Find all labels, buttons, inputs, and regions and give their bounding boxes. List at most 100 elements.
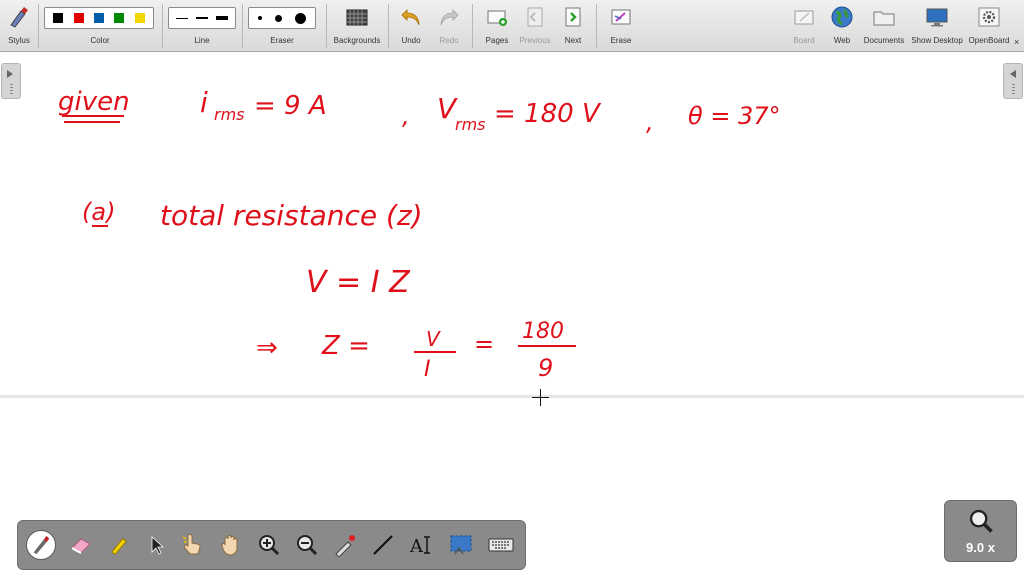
line-thin-option[interactable] [176,17,188,19]
grid-background-icon [346,9,368,26]
laser-pointer-tool-button[interactable] [330,530,360,560]
eraser-icon [71,538,91,554]
irms-value: = 9 A [254,91,327,121]
laser-pointer-icon [335,535,355,557]
main-toolbar: Stylus Color Line Eraser Backgrounds Und… [0,0,1024,52]
redo-label: Redo [439,36,459,45]
stylus-button[interactable]: Stylus [2,0,36,51]
equals-sign: = [474,330,494,358]
comma-1: , [402,102,410,130]
documents-button[interactable]: Documents [862,0,906,51]
documents-label: Documents [863,36,905,45]
redo-button[interactable]: Redo [434,0,464,51]
zoom-level-label: 9.0 x [966,540,995,555]
eraser-small-option[interactable] [258,16,263,20]
zoom-in-tool-button[interactable] [254,530,284,560]
fraction-denominator-9: 9 [538,354,553,382]
color-swatch-blue[interactable] [93,13,104,23]
zoom-out-icon [297,535,318,556]
stylus-icon [10,7,28,28]
next-page-icon [565,7,581,27]
close-icon[interactable]: × [1014,38,1022,47]
interact-tool-button[interactable] [178,530,208,560]
hand-pan-tool-button[interactable] [216,530,246,560]
gear-icon [978,7,1000,27]
irms-symbol: i [200,86,208,119]
part-a-label: (a) [82,198,115,226]
previous-button[interactable]: Previous [516,0,554,51]
line-medium-option[interactable] [196,17,208,19]
arrow-pointer-icon [151,536,165,555]
fraction-v-numerator: V [426,327,441,351]
undo-label: Undo [401,36,421,45]
zoom-out-tool-button[interactable] [292,530,322,560]
pen-tool-button[interactable] [26,530,56,560]
show-desktop-button[interactable]: Show Desktop [910,0,964,51]
eraser-medium-option[interactable] [274,14,282,22]
folder-icon [873,11,895,26]
eraser-size-picker [248,7,316,29]
theta-value: θ = 37° [688,102,781,130]
backgrounds-button[interactable]: Backgrounds [330,0,384,51]
color-swatch-black[interactable] [53,13,64,23]
vrms-subscript: rms [455,115,486,134]
previous-label: Previous [519,36,551,45]
tool-palette: A [17,520,526,570]
undo-button[interactable]: Undo [396,0,426,51]
crosshair-cursor [532,389,549,406]
line-thick-option[interactable] [216,16,228,20]
line-group: Line [168,0,236,51]
eraser-tool-button[interactable] [66,530,96,560]
zoom-indicator[interactable]: 9.0 x [944,500,1017,562]
line-tool-button[interactable] [368,530,398,560]
desktop-monitor-icon [926,8,948,27]
previous-page-icon [527,7,543,27]
fraction-numerator-180: 180 [522,319,564,344]
vrms-value: = 180 V [494,99,602,129]
text-tool-icon: A [409,536,430,557]
erase-button[interactable]: Erase [604,0,638,51]
highlighter-tool-button[interactable] [104,530,134,560]
text-tool-button[interactable]: A [406,530,436,560]
backgrounds-label: Backgrounds [333,36,381,45]
pages-button[interactable]: Pages [480,0,514,51]
color-swatch-red[interactable] [73,13,84,23]
page-divider [0,395,1024,398]
board-icon [794,10,814,25]
eraser-group: Eraser [248,0,316,51]
web-button[interactable]: Web [828,0,856,51]
board-button[interactable]: Board [788,0,820,51]
redo-icon [440,9,459,26]
eraser-large-option[interactable] [294,12,306,24]
irms-subscript: rms [214,105,245,124]
line-icon [373,535,393,555]
keyboard-icon [488,538,514,552]
pointing-hand-icon [182,534,201,555]
zoom-in-icon [259,535,280,556]
openboard-button[interactable]: OpenBoard [966,0,1012,51]
eraser-label: Eraser [270,36,294,45]
next-button[interactable]: Next [558,0,588,51]
color-palette [44,7,154,29]
stylus-label: Stylus [8,36,30,45]
highlighter-icon [110,537,127,555]
z-equals: Z = [321,331,370,361]
color-swatch-green[interactable] [114,13,125,23]
erase-all-icon [611,9,631,25]
capture-tool-button[interactable] [446,530,476,560]
hand-icon [221,535,238,556]
color-swatch-yellow[interactable] [134,13,145,23]
next-label: Next [564,36,582,45]
whiteboard-canvas[interactable]: given i rms = 9 A , V rms = 180 V , θ = … [0,52,1024,576]
add-page-icon [487,10,507,26]
erase-label: Erase [610,36,632,45]
openboard-label: OpenBoard [968,36,1010,45]
globe-icon [831,6,853,28]
handwriting-layer: given i rms = 9 A , V rms = 180 V , θ = … [58,86,781,382]
equation-v-iz: V = I Z [306,265,411,300]
select-tool-button[interactable] [142,530,172,560]
svg-text:A: A [409,536,424,557]
virtual-keyboard-button[interactable] [486,530,516,560]
screen-capture-icon [450,535,472,555]
line-width-picker [168,7,236,29]
